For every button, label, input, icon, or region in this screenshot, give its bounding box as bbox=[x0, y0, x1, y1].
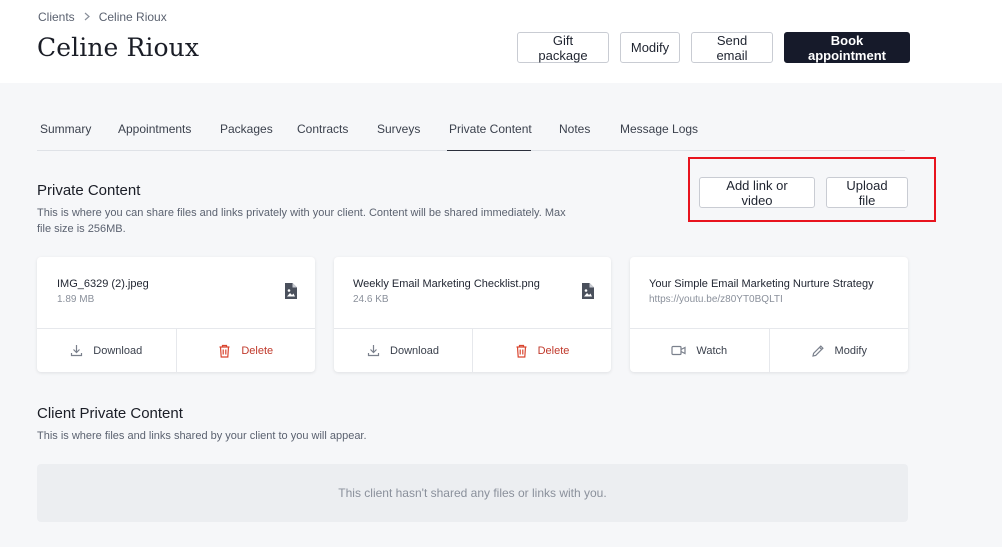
download-icon bbox=[367, 345, 380, 357]
tab-private-content[interactable]: Private Content bbox=[447, 113, 532, 151]
breadcrumb-current: Celine Rioux bbox=[98, 10, 167, 24]
tab-surveys[interactable]: Surveys bbox=[377, 113, 439, 151]
download-label: Download bbox=[93, 344, 143, 357]
modify-client-button[interactable]: Modify bbox=[620, 32, 680, 63]
card-actions: Watch Modify bbox=[630, 328, 908, 372]
download-icon bbox=[71, 345, 83, 357]
private-content-description: This is where you can share files and li… bbox=[37, 207, 566, 235]
private-content-card: IMG_6329 (2).jpeg 1.89 MB Download Delet… bbox=[37, 257, 315, 372]
add-link-or-video-button[interactable]: Add link or video bbox=[699, 177, 815, 208]
card-actions: Download Delete bbox=[37, 328, 315, 372]
page-title: Celine Rioux bbox=[37, 33, 200, 62]
client-tabs: Summary Appointments Packages Contracts … bbox=[37, 113, 905, 151]
pencil-icon bbox=[811, 344, 824, 357]
modify-label: Modify bbox=[834, 344, 867, 357]
private-content-card: Weekly Email Marketing Checklist.png 24.… bbox=[334, 257, 611, 372]
image-file-icon bbox=[582, 283, 594, 299]
empty-state: This client hasn't shared any files or l… bbox=[37, 464, 908, 522]
watch-button[interactable]: Watch bbox=[630, 329, 769, 372]
file-name: IMG_6329 (2).jpeg bbox=[57, 278, 149, 290]
download-button[interactable]: Download bbox=[334, 329, 472, 372]
private-content-card: Your Simple Email Marketing Nurture Stra… bbox=[630, 257, 908, 372]
upload-file-button[interactable]: Upload file bbox=[826, 177, 908, 208]
tab-summary[interactable]: Summary bbox=[40, 113, 118, 151]
delete-button[interactable]: Delete bbox=[175, 329, 316, 372]
file-name: Weekly Email Marketing Checklist.png bbox=[353, 278, 540, 290]
delete-button[interactable]: Delete bbox=[472, 329, 611, 372]
private-content-actions: Add link or video Upload file bbox=[699, 177, 908, 208]
link-url: https://youtu.be/z80YT0BQLTI bbox=[649, 294, 783, 305]
file-size: 1.89 MB bbox=[57, 294, 95, 305]
gift-package-button[interactable]: Gift package bbox=[517, 32, 609, 63]
delete-label: Delete bbox=[537, 344, 570, 357]
breadcrumb: Clients Celine Rioux bbox=[38, 10, 167, 24]
card-actions: Download Delete bbox=[334, 328, 611, 372]
download-button[interactable]: Download bbox=[37, 329, 176, 372]
book-appointment-button[interactable]: Book appointment bbox=[784, 32, 910, 63]
tab-contracts[interactable]: Contracts bbox=[297, 113, 377, 151]
file-size: 24.6 KB bbox=[353, 294, 389, 305]
video-camera-icon bbox=[671, 345, 686, 356]
empty-state-message: This client hasn't shared any files or l… bbox=[338, 486, 607, 500]
watch-label: Watch bbox=[696, 344, 728, 357]
private-content-title: Private Content bbox=[37, 182, 141, 199]
modify-link-button[interactable]: Modify bbox=[768, 329, 909, 372]
client-private-content-description: This is where files and links shared by … bbox=[37, 430, 367, 442]
trash-icon bbox=[219, 344, 230, 358]
delete-label: Delete bbox=[241, 344, 274, 357]
send-email-button[interactable]: Send email bbox=[691, 32, 773, 63]
chevron-right-icon bbox=[83, 10, 91, 24]
tab-message-logs[interactable]: Message Logs bbox=[620, 113, 710, 151]
image-file-icon bbox=[285, 283, 297, 299]
tab-notes[interactable]: Notes bbox=[559, 113, 620, 151]
client-private-content-title: Client Private Content bbox=[37, 405, 183, 422]
link-title: Your Simple Email Marketing Nurture Stra… bbox=[649, 278, 874, 290]
page-header: Clients Celine Rioux Celine Rioux Gift p… bbox=[0, 0, 1002, 83]
breadcrumb-clients-link[interactable]: Clients bbox=[38, 10, 75, 24]
trash-icon bbox=[516, 344, 527, 358]
tab-appointments[interactable]: Appointments bbox=[118, 113, 220, 151]
download-label: Download bbox=[390, 344, 439, 357]
header-actions: Gift package Modify Send email Book appo… bbox=[517, 32, 910, 63]
tab-packages[interactable]: Packages bbox=[220, 113, 297, 151]
